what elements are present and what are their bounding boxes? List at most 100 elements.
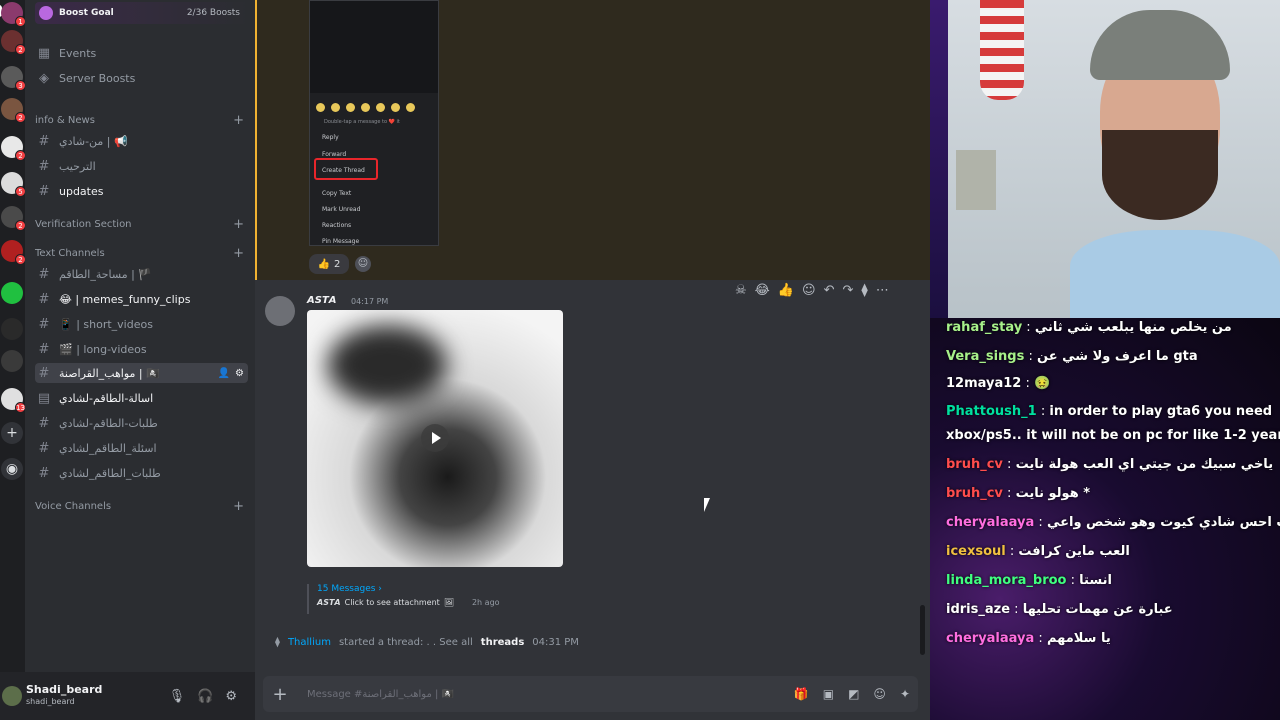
gif-icon[interactable]: ▣ xyxy=(823,687,834,701)
message-author[interactable]: 𝘼𝙎𝙏𝘼 xyxy=(307,295,337,306)
channel-item[interactable]: # الترحيب xyxy=(35,155,248,177)
server-icon[interactable] xyxy=(1,318,23,340)
add-channel-icon[interactable]: + xyxy=(233,217,244,232)
add-server-icon[interactable]: + xyxy=(1,422,23,444)
screenshot-menu-item: Reactions xyxy=(322,222,352,229)
channel-item[interactable]: # طلبات-الطاقم-لشادي xyxy=(35,412,248,434)
chat-line: xbox/ps5.. it will not be on pc for like… xyxy=(946,428,1280,443)
chat-username[interactable]: bruh_cv xyxy=(946,486,1003,501)
user-name[interactable]: Shadi_beard shadi_beard xyxy=(26,684,102,708)
system-message-user[interactable]: Thallium xyxy=(288,637,331,648)
category-voice[interactable]: Voice Channels + xyxy=(35,498,248,514)
chat-line: rahaf_stay : من يخلص منها يبلعب شي ثاني xyxy=(946,320,1276,335)
image-icon: 🖼 xyxy=(443,598,454,607)
server-icon[interactable]: 13 xyxy=(1,388,26,413)
thread-preview[interactable]: 15 Messages › 𝘼𝙎𝙏𝘼 Click to see attachme… xyxy=(307,584,577,614)
server-boosts-item[interactable]: ◈ Server Boosts xyxy=(35,67,248,89)
message-input[interactable]: Message #مواهب_القراصنة | 🏴‍☠️ xyxy=(307,689,454,700)
category-info[interactable]: info & News + xyxy=(35,112,248,128)
thread-last-message: Click to see attachment xyxy=(344,598,440,607)
emoji-icon[interactable]: ☺ xyxy=(873,687,886,701)
gear-icon[interactable]: ⚙ xyxy=(225,689,237,704)
reply-icon[interactable]: ↶ xyxy=(824,283,835,298)
microphone-icon[interactable]: 🎙 xyxy=(169,689,186,704)
more-icon[interactable]: ⋯ xyxy=(876,283,889,298)
channel-item[interactable]: # اسئلة_الطاقم_لشادي xyxy=(35,437,248,459)
events-item[interactable]: ▦ Events xyxy=(35,42,248,64)
channel-item[interactable]: ▤ اسالة-الطاقم-لشادي xyxy=(35,387,248,409)
thumbs-up-icon[interactable]: 👍 xyxy=(778,283,794,298)
thread-message-count[interactable]: 15 Messages › xyxy=(317,584,577,594)
chat-username[interactable]: Vera_sings xyxy=(946,349,1024,364)
server-icon[interactable]: 2 xyxy=(1,136,26,161)
add-reaction-icon[interactable]: ☺ xyxy=(355,256,371,272)
boost-goal-bar[interactable]: Boost Goal 2/36 Boosts xyxy=(35,2,248,24)
apps-icon[interactable]: ✦ xyxy=(900,687,910,701)
category-text[interactable]: Text Channels + xyxy=(35,245,248,261)
server-icon[interactable]: 2 xyxy=(1,98,26,123)
message-composer[interactable]: + Message #مواهب_القراصنة | 🏴‍☠️ 🎁 ▣ ◩ ☺… xyxy=(263,676,918,712)
channel-item[interactable]: # 🎬 | long-videos xyxy=(35,338,248,360)
thread-icon[interactable]: ⧫ xyxy=(861,283,867,298)
chat-username[interactable]: linda_mora_broo xyxy=(946,573,1067,588)
server-icon[interactable] xyxy=(1,350,23,372)
gear-icon[interactable]: ⚙ xyxy=(235,368,244,379)
add-channel-icon[interactable]: + xyxy=(233,246,244,261)
chat-separator: : xyxy=(1036,404,1050,419)
channel-item-selected[interactable]: # مواهب_القراصنة | 🏴‍☠️ 👤 ⚙ xyxy=(35,363,248,383)
add-channel-icon[interactable]: + xyxy=(233,113,244,128)
headphones-icon[interactable]: 🎧 xyxy=(197,689,213,704)
chat-separator: : xyxy=(1010,602,1023,617)
server-icon[interactable]: 2 xyxy=(1,30,26,55)
webcam-feed xyxy=(930,0,1280,318)
invite-icon[interactable]: 👤 xyxy=(218,368,230,379)
sticker-icon[interactable]: ◩ xyxy=(848,687,859,701)
add-reaction-icon[interactable]: ☺ xyxy=(802,283,816,298)
server-icon[interactable]: 2 xyxy=(1,240,26,265)
laugh-emoji-icon[interactable]: 😂 xyxy=(755,283,770,298)
reaction-count: 2 xyxy=(334,258,341,270)
add-channel-icon[interactable]: + xyxy=(233,499,244,514)
channel-label: اسالة-الطاقم-لشادي xyxy=(59,391,154,405)
avatar[interactable] xyxy=(2,686,22,706)
scrollbar[interactable] xyxy=(920,605,925,655)
server-icon[interactable]: 1 xyxy=(1,2,26,27)
chat-username[interactable]: cheryalaaya xyxy=(946,515,1034,530)
server-icon[interactable] xyxy=(1,282,23,304)
channel-item[interactable]: # مساحة_الطاقم | 🏴 xyxy=(35,263,248,285)
channel-item[interactable]: # من-شادي | 📢 xyxy=(35,130,248,152)
chat-username[interactable]: idris_aze xyxy=(946,602,1010,617)
see-threads-link[interactable]: threads xyxy=(481,637,524,648)
category-verification[interactable]: Verification Section + xyxy=(35,216,248,232)
skull-emoji-icon[interactable]: ☠ xyxy=(735,283,747,298)
chat-username[interactable]: Phattoush_1 xyxy=(946,404,1037,419)
chat-username[interactable]: bruh_cv xyxy=(946,457,1003,472)
channel-item[interactable]: # 📱 | short_videos xyxy=(35,313,248,335)
play-icon[interactable] xyxy=(421,424,449,452)
chat-message: ما اعرف ولا شي عن gta xyxy=(1037,349,1198,364)
forward-icon[interactable]: ↷ xyxy=(843,283,854,298)
chat-line: 12maya12 : 🤢 xyxy=(946,376,1276,391)
system-message: ⧫ Thallium started a thread: . . See all… xyxy=(275,637,579,648)
boost-icon xyxy=(39,6,53,20)
chat-username[interactable]: rahaf_stay xyxy=(946,320,1022,335)
discover-icon[interactable]: ◉ xyxy=(1,458,23,480)
chat-username[interactable]: icexsoul xyxy=(946,544,1006,559)
server-icon[interactable]: 5 xyxy=(1,172,26,197)
reaction-thumbsup[interactable]: 👍 2 xyxy=(309,254,349,274)
hash-icon: # xyxy=(38,415,50,431)
server-icon[interactable]: 2 xyxy=(1,206,26,231)
channel-item[interactable]: # طلبات_الطاقم_لشادي xyxy=(35,462,248,484)
events-label: Events xyxy=(59,46,97,60)
video-attachment[interactable] xyxy=(307,310,563,567)
server-icon[interactable]: 3 xyxy=(1,66,26,91)
chat-username[interactable]: cheryalaaya xyxy=(946,631,1034,646)
screenshot-attachment[interactable]: Double-tap a message to ❤️ it Reply Forw… xyxy=(309,0,439,246)
avatar[interactable] xyxy=(265,296,295,326)
channel-item[interactable]: # 😂 | memes_funny_clips xyxy=(35,288,248,310)
chat-username[interactable]: 12maya12 xyxy=(946,376,1021,391)
upload-plus-icon[interactable]: + xyxy=(263,684,297,705)
gift-icon[interactable]: 🎁 xyxy=(794,687,809,701)
channel-item[interactable]: # updates xyxy=(35,180,248,202)
chat-line: cheryalaaya : يب احس شادي كيوت وهو شخص و… xyxy=(946,515,1280,530)
